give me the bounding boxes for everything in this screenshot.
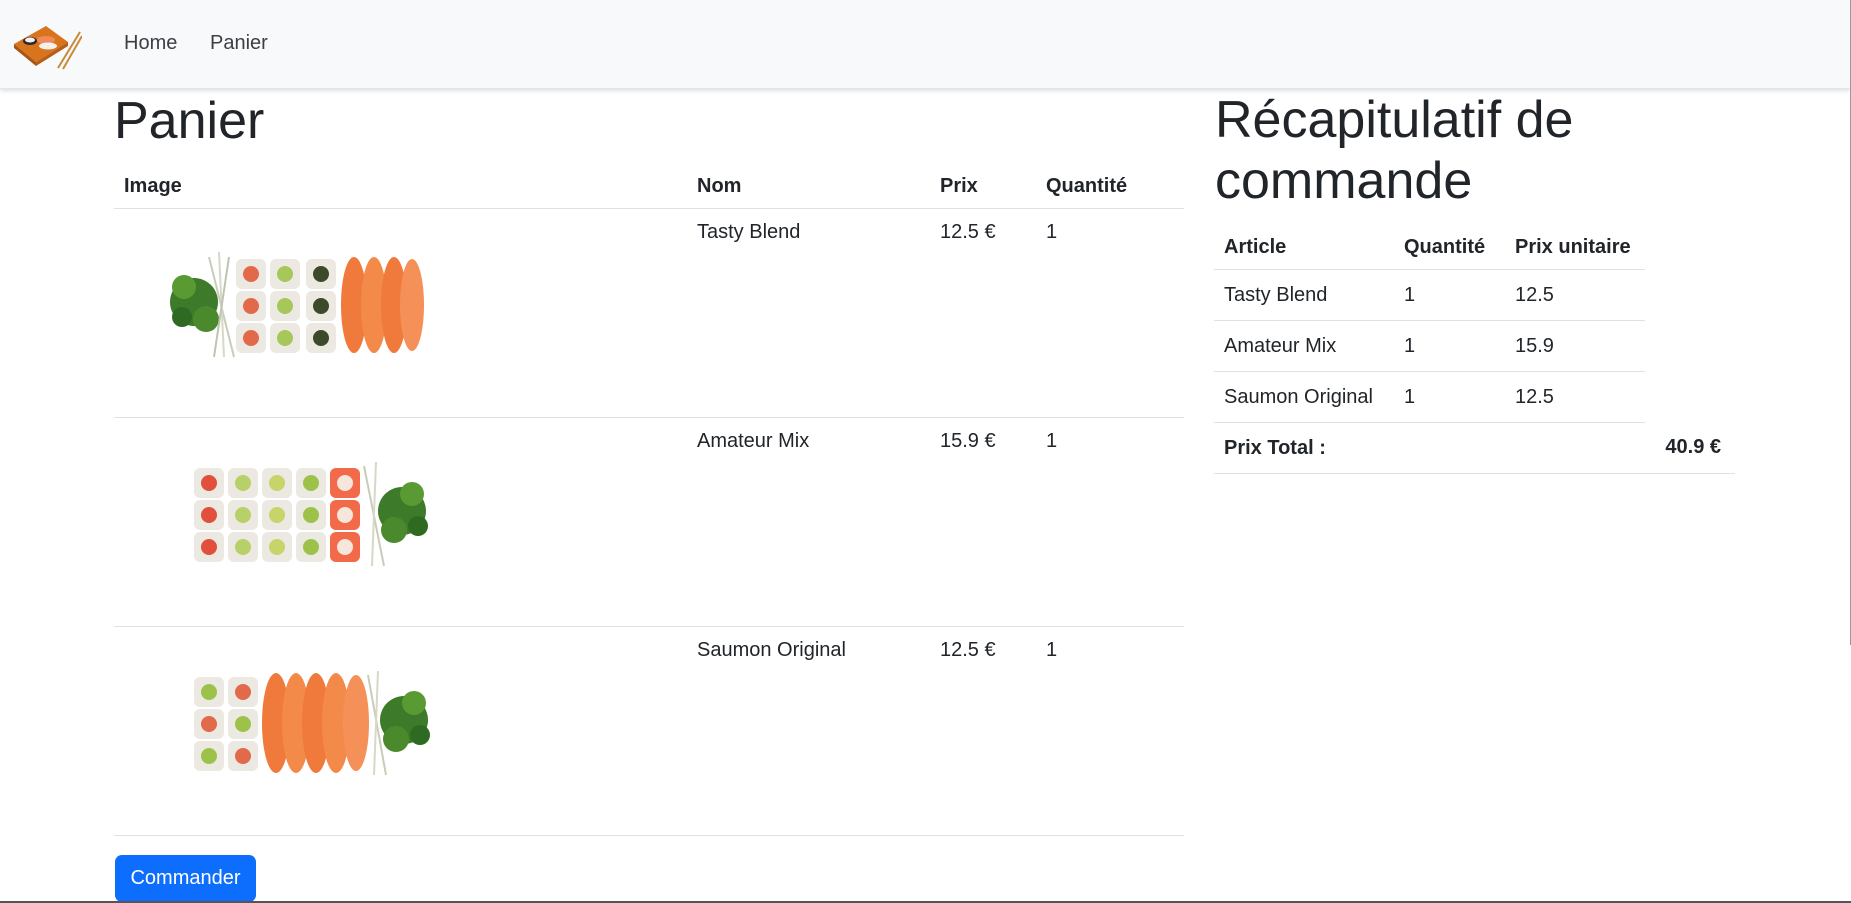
nav-link-panier[interactable]: Panier (210, 32, 268, 55)
cart-item-quantity: 1 (1036, 208, 1184, 418)
summary-quantity: 1 (1394, 371, 1505, 423)
summary-unit-price: 12.5 (1505, 269, 1645, 321)
summary-row: Saumon Original 1 12.5 (1214, 371, 1735, 423)
cart-row: Tasty Blend 12.5 € 1 (114, 208, 1184, 418)
col-header-nom: Nom (687, 165, 930, 209)
col-header-image: Image (114, 165, 687, 209)
sushi-tray-logo-icon[interactable] (10, 18, 82, 70)
cart-table: Image Nom Prix Quantité Tasty Blend 12.5… (114, 165, 1184, 836)
summary-row: Tasty Blend 1 12.5 (1214, 269, 1735, 321)
cart-title: Panier (114, 92, 265, 150)
total-label: Prix Total : (1214, 422, 1394, 474)
summary-article: Saumon Original (1214, 371, 1394, 423)
cart-item-price: 12.5 € (930, 626, 1036, 836)
navbar: Home Panier (0, 0, 1850, 89)
summary-unit-price: 12.5 (1505, 371, 1645, 423)
col-header-quantite: Quantité (1394, 225, 1505, 270)
summary-title: Récapitulatif de commande (1215, 91, 1574, 210)
cart-item-name: Tasty Blend (687, 208, 930, 418)
cart-item-quantity: 1 (1036, 417, 1184, 627)
summary-unit-price: 15.9 (1505, 320, 1645, 372)
col-header-prix-unitaire: Prix unitaire (1505, 225, 1645, 270)
cart-row: Amateur Mix 15.9 € 1 (114, 417, 1184, 627)
summary-table: Article Quantité Prix unitaire Tasty Ble… (1214, 225, 1735, 474)
summary-article: Amateur Mix (1214, 320, 1394, 372)
commander-button[interactable]: Commander (115, 855, 256, 902)
sushi-tasty-blend-image (170, 251, 424, 358)
summary-row: Amateur Mix 1 15.9 (1214, 320, 1735, 372)
summary-total-row: Prix Total : 40.9 € (1214, 422, 1735, 474)
sushi-saumon-original-image (194, 670, 430, 776)
nav-link-home[interactable]: Home (124, 32, 177, 55)
summary-header-row: Article Quantité Prix unitaire (1214, 225, 1735, 270)
col-header-article: Article (1214, 225, 1394, 270)
cart-item-name: Saumon Original (687, 626, 930, 836)
cart-item-quantity: 1 (1036, 626, 1184, 836)
summary-quantity: 1 (1394, 320, 1505, 372)
cart-header-row: Image Nom Prix Quantité (114, 165, 1184, 209)
col-header-quantite: Quantité (1036, 165, 1184, 209)
cart-item-name: Amateur Mix (687, 417, 930, 627)
summary-article: Tasty Blend (1214, 269, 1394, 321)
sushi-amateur-mix-image (194, 461, 428, 567)
cart-item-price: 12.5 € (930, 208, 1036, 418)
summary-quantity: 1 (1394, 269, 1505, 321)
col-header-prix: Prix (930, 165, 1036, 209)
total-value: 40.9 € (1645, 422, 1735, 474)
cart-item-price: 15.9 € (930, 417, 1036, 627)
cart-row: Saumon Original 12.5 € 1 (114, 626, 1184, 836)
